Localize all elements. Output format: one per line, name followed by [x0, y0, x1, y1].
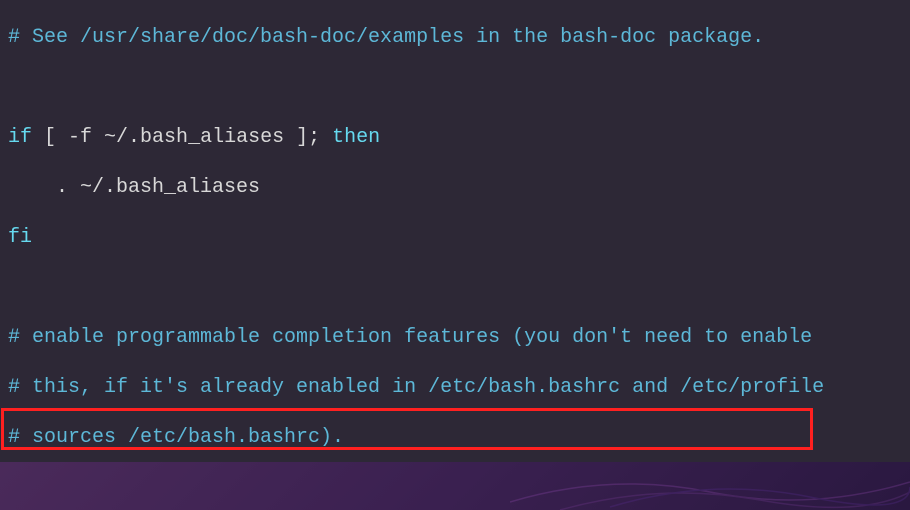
code-line: # See /usr/share/doc/bash-doc/examples i…	[8, 25, 910, 50]
code-line	[8, 275, 910, 300]
code-line	[8, 75, 910, 100]
code-line: # this, if it's already enabled in /etc/…	[8, 375, 910, 400]
desktop-background	[0, 462, 910, 510]
keyword-then: then	[332, 126, 380, 149]
keyword-fi: fi	[8, 225, 910, 250]
code-line: # enable programmable completion feature…	[8, 325, 910, 350]
code-line: if [ -f ~/.bash_aliases ]; then	[8, 125, 910, 150]
keyword-if: if	[8, 126, 32, 149]
code-editor[interactable]: # See /usr/share/doc/bash-doc/examples i…	[0, 0, 910, 462]
code-line: . ~/.bash_aliases	[8, 175, 910, 200]
background-wave-icon	[510, 462, 910, 510]
code-line: # sources /etc/bash.bashrc).	[8, 425, 910, 450]
